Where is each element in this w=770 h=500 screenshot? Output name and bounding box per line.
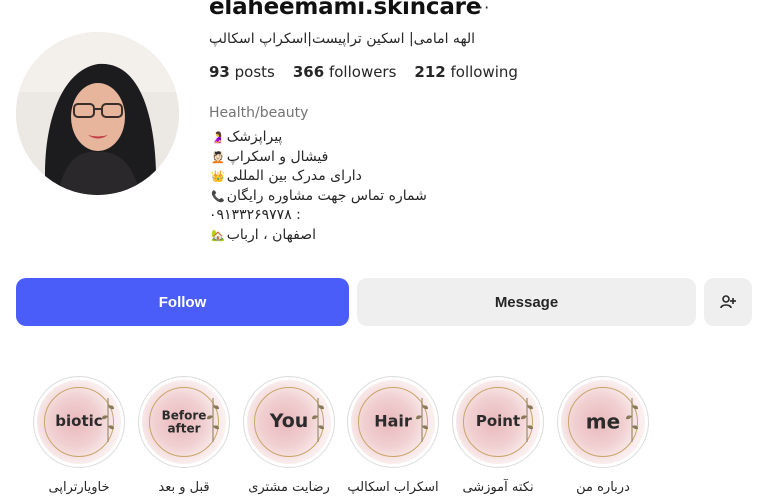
ellipsis-icon: ··· xyxy=(472,0,491,17)
bio-line-text: پیراپزشک xyxy=(226,129,283,145)
highlight-item[interactable]: Point نکته آموزشی xyxy=(450,376,546,495)
message-button[interactable]: Message xyxy=(357,278,696,326)
bio-line-text: اصفهان ، ارباب xyxy=(226,226,316,243)
posts-stat: 93 posts xyxy=(209,63,275,81)
highlight-cover-text: Point xyxy=(475,412,521,431)
posts-count: 93 xyxy=(209,63,230,81)
massage-icon: 💆🏻 xyxy=(211,150,225,164)
pregnant-icon: 🤰 xyxy=(211,131,225,144)
highlight-label: قبل و بعد xyxy=(158,480,210,495)
bio-line-text: ۰۹۱۳۳۲۶۹۷۷۸ : xyxy=(209,207,301,223)
highlight-label: درباره من xyxy=(576,480,630,495)
following-label: following xyxy=(450,63,518,81)
bio-line: پیراپزشک🤰 xyxy=(209,128,282,148)
followers-stat[interactable]: 366 followers xyxy=(293,63,397,81)
highlight-ring: me xyxy=(557,376,649,468)
profile-bio: پیراپزشک🤰 فیشال و اسکراپ💆🏻 دارای مدرک بی… xyxy=(209,128,469,245)
highlight-label: خاویارتراپی xyxy=(48,480,110,495)
highlight-label: رضایت مشتری xyxy=(248,480,330,495)
highlight-ring: Before after xyxy=(138,376,230,468)
follow-button[interactable]: Follow xyxy=(16,278,349,326)
phone-icon: 📞 xyxy=(211,189,225,203)
highlight-cover-text: me xyxy=(585,409,621,434)
highlight-cover: me xyxy=(561,380,645,464)
highlight-cover-text: You xyxy=(269,410,309,433)
followers-count: 366 xyxy=(292,63,325,81)
highlight-ring: You xyxy=(243,376,335,468)
posts-label: posts xyxy=(234,63,275,81)
profile-category: Health/beauty xyxy=(209,105,309,121)
highlight-cover: Hair xyxy=(351,380,435,464)
highlight-ring: biotic xyxy=(33,376,125,468)
bio-phone-number[interactable]: ۰۹۱۳۳۲۶۹۷۷۸ : xyxy=(209,206,301,226)
bio-line-text: دارای مدرک بین المللی xyxy=(226,168,362,184)
profile-avatar[interactable] xyxy=(16,32,179,195)
highlight-item[interactable]: biotic خاویارتراپی xyxy=(31,376,127,495)
bio-line: فیشال و اسکراپ💆🏻 xyxy=(209,148,328,168)
highlight-cover: You xyxy=(247,380,331,464)
following-stat[interactable]: 212 following xyxy=(414,63,518,81)
highlight-cover: biotic xyxy=(37,380,121,464)
highlight-ring: Hair xyxy=(347,376,439,468)
profile-username: elaheemami.skincare xyxy=(209,0,482,20)
followers-label: followers xyxy=(328,63,397,81)
avatar-photo xyxy=(16,32,179,195)
house-icon: 🏡 xyxy=(211,228,225,242)
bio-line: دارای مدرک بین المللی👑 xyxy=(209,167,362,187)
following-count: 212 xyxy=(414,63,446,81)
highlight-ring: Point xyxy=(452,376,544,468)
bio-line-text: شماره تماس جهت مشاوره رایگان xyxy=(226,187,427,204)
highlight-cover-text: biotic xyxy=(55,412,103,431)
highlight-item[interactable]: You رضایت مشتری xyxy=(241,376,337,495)
highlight-item[interactable]: Hair اسکراب اسکالپ xyxy=(345,376,441,495)
highlight-cover: Before after xyxy=(142,380,226,464)
highlight-item[interactable]: Before after قبل و بعد xyxy=(136,376,232,495)
crown-icon: 👑 xyxy=(211,170,225,183)
profile-stats: 93 posts 366 followers 212 following xyxy=(209,63,518,81)
highlight-cover-text: Hair xyxy=(374,411,412,431)
highlight-cover-text: Before after xyxy=(161,408,207,435)
bio-line-text: فیشال و اسکراپ xyxy=(226,148,329,165)
suggest-accounts-button[interactable] xyxy=(704,278,752,326)
more-options-button[interactable]: ··· xyxy=(472,0,490,17)
highlight-cover: Point xyxy=(456,380,540,464)
profile-full-name: الهه امامی| اسکین تراپیست|اسکراپ اسکالپ xyxy=(209,31,476,47)
highlight-label: اسکراب اسکالپ xyxy=(347,480,439,495)
story-highlights: biotic خاویارتراپی Before after قبل و بع… xyxy=(0,376,770,500)
highlight-item[interactable]: me درباره من xyxy=(555,376,651,495)
bio-line: اصفهان ، ارباب🏡 xyxy=(209,226,316,246)
person-add-icon xyxy=(720,295,736,309)
bio-line: شماره تماس جهت مشاوره رایگان📞 xyxy=(209,187,427,207)
highlight-label: نکته آموزشی xyxy=(462,480,534,495)
